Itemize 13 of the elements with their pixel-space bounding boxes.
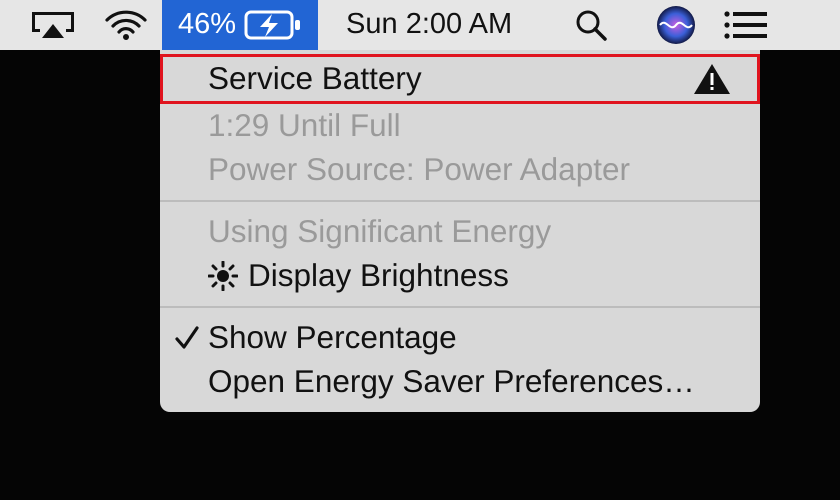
search-icon — [574, 8, 608, 42]
list-icon — [724, 10, 768, 40]
menu-item[interactable]: Show Percentage — [160, 316, 760, 360]
menu-item[interactable]: Service Battery — [160, 54, 760, 104]
menu-item[interactable]: Display Brightness — [160, 254, 760, 298]
sun-icon — [208, 261, 238, 291]
wifi-icon — [104, 9, 148, 41]
siri-icon — [656, 5, 696, 45]
clock-menu[interactable]: Sun 2:00 AM — [318, 0, 534, 50]
battery-charging-icon — [244, 9, 302, 41]
battery-menu[interactable]: 46% — [162, 0, 318, 50]
airplay-icon — [30, 10, 76, 40]
menu-item[interactable]: Open Energy Saver Preferences… — [160, 360, 760, 404]
